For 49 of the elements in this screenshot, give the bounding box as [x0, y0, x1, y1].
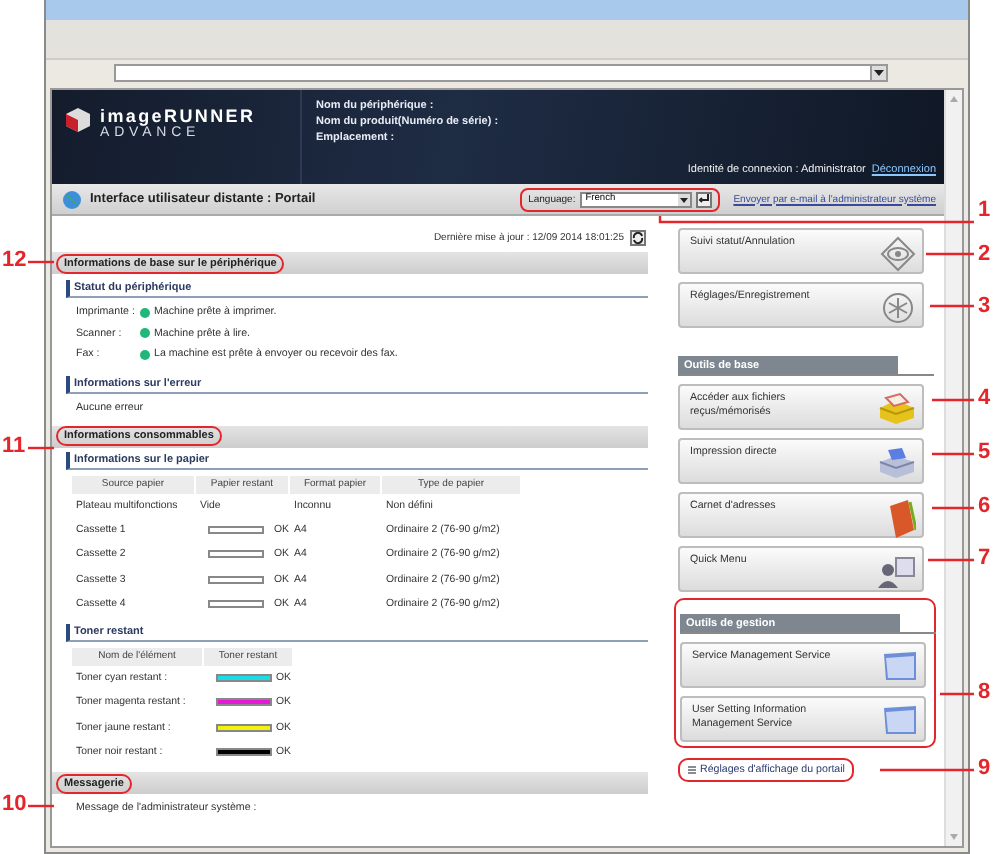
leader-line [28, 260, 54, 264]
callout-number: 9 [978, 758, 991, 780]
callout-number: 1 [978, 200, 991, 222]
address-field[interactable] [114, 64, 888, 82]
paper-gauge [208, 550, 264, 559]
leader-line [28, 446, 54, 450]
callout-number: 8 [978, 682, 991, 704]
scrollbar[interactable] [944, 90, 962, 846]
gear-icon [880, 290, 916, 326]
refresh-icon [632, 232, 644, 244]
leader-line [880, 768, 974, 772]
paper-gauge [208, 599, 264, 608]
cube-logo-icon [64, 106, 92, 134]
scroll-up-icon [950, 96, 958, 102]
globe-icon [62, 189, 82, 209]
printer-icon [878, 446, 916, 480]
leader-line [926, 252, 974, 256]
person-icon [876, 554, 916, 588]
dropdown-icon [677, 193, 690, 205]
scroll-down-icon [950, 834, 958, 840]
return-icon [697, 194, 710, 204]
callout-number: 3 [978, 296, 991, 318]
callout-number: 4 [978, 388, 991, 410]
leader-line [940, 692, 974, 696]
paper-gauge [208, 525, 264, 534]
callout-number: 10 [2, 794, 27, 816]
callout-number: 12 [2, 250, 27, 272]
list-icon [688, 766, 696, 774]
leader-line [930, 304, 974, 308]
leader-line [28, 804, 54, 808]
callout-number: 2 [978, 244, 991, 266]
logo-text: imageRUNNER [100, 106, 256, 126]
book-icon [886, 500, 916, 538]
callout-number: 7 [978, 548, 991, 570]
window-icon [882, 704, 918, 736]
callout-number: 6 [978, 496, 991, 518]
leader-line [932, 506, 974, 510]
tray-icon [878, 392, 916, 426]
leader-line [932, 452, 974, 456]
leader-line [932, 398, 974, 402]
paper-gauge [208, 575, 264, 584]
callout-number: 11 [2, 436, 26, 458]
window-icon [882, 650, 918, 682]
leader-line [928, 558, 974, 562]
callout-number: 5 [978, 442, 991, 464]
apply-button[interactable] [695, 191, 712, 207]
dropdown-icon [874, 70, 884, 76]
eye-icon [880, 236, 916, 272]
refresh-button[interactable] [630, 230, 646, 246]
